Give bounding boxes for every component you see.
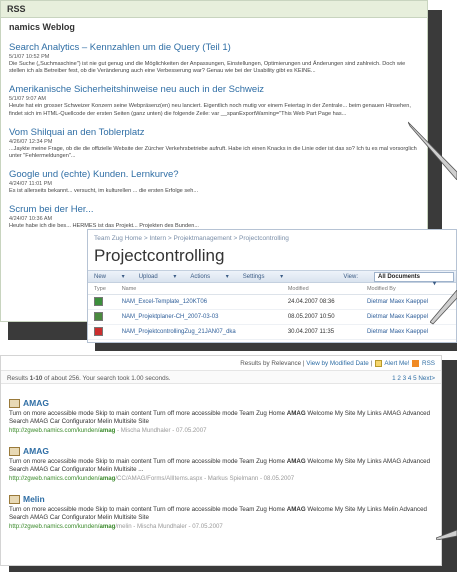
view-label: View:: [343, 273, 358, 280]
document-modified: 30.04.2007 11:35: [287, 329, 335, 335]
rss-item-text: ...Jaykte meine Frage, ob die die offizi…: [9, 145, 417, 160]
document-name-link[interactable]: NAM_Excel-Template_120KT06: [122, 299, 288, 305]
document-name-link[interactable]: NAM_ProjektcontrollingZug_21JAN07_dka: [122, 329, 288, 335]
pdf-file-icon: [94, 326, 103, 336]
chevron-down-icon: ▾: [432, 281, 436, 287]
rss-item-date: 4/24/07 10:36 AM: [9, 216, 53, 223]
search-result-url[interactable]: http://zgweb.namics.com/kunden/amag/CC/A…: [9, 475, 433, 482]
settings-menu-button[interactable]: Settings ▾: [243, 273, 283, 280]
search-result-snippet: Turn on more accessible mode Skip to mai…: [9, 506, 427, 521]
rss-item-text: Es ist allerseits bekannt... versucht, i…: [9, 188, 199, 195]
library-column-headers: Type Name Modified Modified By: [88, 283, 456, 295]
alert-me-link[interactable]: Alert Me!: [384, 360, 409, 367]
search-sort-bar: Results by Relevance | View by Modified …: [240, 360, 435, 368]
rss-item-date: 5/1/07 10:52 PM: [9, 54, 50, 60]
rss-item-title[interactable]: Scrum bei der Her...: [9, 204, 419, 215]
rss-item: Google und (echte) Kunden. Lernkurve? 4/…: [9, 169, 419, 195]
search-result-url[interactable]: http://zgweb.namics.com/kunden/amag - Mi…: [9, 427, 433, 434]
callout-pointer: [436, 529, 457, 540]
rss-item: Scrum bei der Her... 4/24/07 10:36 AM He…: [9, 204, 419, 230]
library-toolbar: New ▾ Upload ▾ Actions ▾ Settings ▾ View…: [88, 270, 456, 287]
page-title: Projectcontrolling: [94, 246, 225, 265]
table-row[interactable]: NAM_ProjektcontrollingZug_21JAN07_dka 30…: [88, 325, 456, 340]
rss-link[interactable]: RSS: [422, 360, 435, 367]
column-header-modified[interactable]: Modified: [288, 286, 367, 292]
site-icon: [9, 398, 20, 408]
rss-item: Search Analytics – Kennzahlen um die Que…: [9, 42, 419, 75]
library-panel: Team Zug Home > Intern > Projektmanageme…: [87, 229, 457, 343]
project-file-icon: [94, 311, 103, 321]
search-result-title[interactable]: AMAG: [9, 398, 433, 408]
callout-pointer: [408, 121, 457, 180]
rss-item-title[interactable]: Amerikanische Sicherheitshinweise neu au…: [9, 84, 419, 95]
callout-pointer: [430, 290, 457, 325]
search-results-panel: Results by Relevance | View by Modified …: [0, 355, 442, 566]
sort-modified-date-link[interactable]: View by Modified Date: [306, 360, 369, 367]
excel-file-icon: [94, 296, 103, 306]
pagination[interactable]: 1 2 3 4 5 Next>: [392, 375, 435, 383]
rss-icon: [412, 360, 420, 367]
search-stats: Results 1-10 of about 256. Your search t…: [7, 375, 171, 382]
rss-item-title[interactable]: Google und (echte) Kunden. Lernkurve?: [9, 169, 419, 180]
rss-item-date: 4/26/07 12:34 PM: [9, 138, 53, 145]
search-result-snippet: Turn on more accessible mode Skip to mai…: [9, 458, 431, 473]
document-modified: 24.04.2007 08:36: [287, 299, 335, 305]
column-header-name[interactable]: Name: [122, 286, 288, 292]
document-name-link[interactable]: NAM_Projektplaner-CH_2007-03-03: [122, 314, 288, 320]
rss-item-title[interactable]: Vom Shilquai an den Toblerplatz: [9, 127, 419, 138]
rss-item-date: 4/24/07 11:01 PM: [9, 181, 53, 188]
upload-menu-button[interactable]: Upload ▾: [139, 273, 177, 280]
rss-item: Vom Shilquai an den Toblerplatz 4/26/07 …: [9, 127, 419, 160]
rss-item: Amerikanische Sicherheitshinweise neu au…: [9, 84, 419, 117]
actions-menu-button[interactable]: Actions ▾: [190, 273, 228, 280]
folder-icon: [9, 446, 20, 456]
rss-item-date: 5/1/07 9:07 AM: [9, 96, 46, 103]
search-result: Melin Turn on more accessible mode Skip …: [9, 494, 433, 530]
sort-relevance-label: Results by Relevance: [240, 360, 302, 368]
rss-item-text: Die Suche („Suchmaschine") ist nie gut g…: [9, 61, 406, 75]
view-select[interactable]: All Documents ▾: [374, 272, 454, 287]
search-result: AMAG Turn on more accessible mode Skip t…: [9, 446, 433, 482]
new-menu-button[interactable]: New ▾: [94, 273, 125, 280]
site-icon: [9, 494, 20, 504]
rss-item-title[interactable]: Search Analytics – Kennzahlen um die Que…: [9, 42, 419, 53]
rss-item-text: Heute hat ein grosser Schweizer Konzern …: [9, 103, 411, 117]
search-result-title[interactable]: Melin: [9, 494, 433, 504]
search-result-snippet: Turn on more accessible mode Skip to mai…: [9, 410, 431, 425]
column-header-type[interactable]: Type: [94, 286, 122, 292]
alert-icon: [374, 360, 382, 367]
rss-feed-title: namics Weblog: [9, 22, 75, 32]
table-row[interactable]: NAM_Excel-Template_120KT06 24.04.2007 08…: [88, 295, 456, 310]
document-modified: 08.05.2007 10:50: [287, 314, 335, 320]
search-stats-bar: Results 1-10 of about 256. Your search t…: [1, 370, 441, 384]
search-result: AMAG Turn on more accessible mode Skip t…: [9, 398, 433, 434]
search-result-url[interactable]: http://zgweb.namics.com/kunden/amag/meli…: [9, 523, 433, 530]
breadcrumb[interactable]: Team Zug Home > Intern > Projektmanageme…: [88, 230, 456, 246]
rss-header: RSS: [1, 1, 427, 18]
search-result-title[interactable]: AMAG: [9, 446, 433, 456]
table-row[interactable]: NAM_Projektplaner-CH_2007-03-03 08.05.20…: [88, 310, 456, 325]
